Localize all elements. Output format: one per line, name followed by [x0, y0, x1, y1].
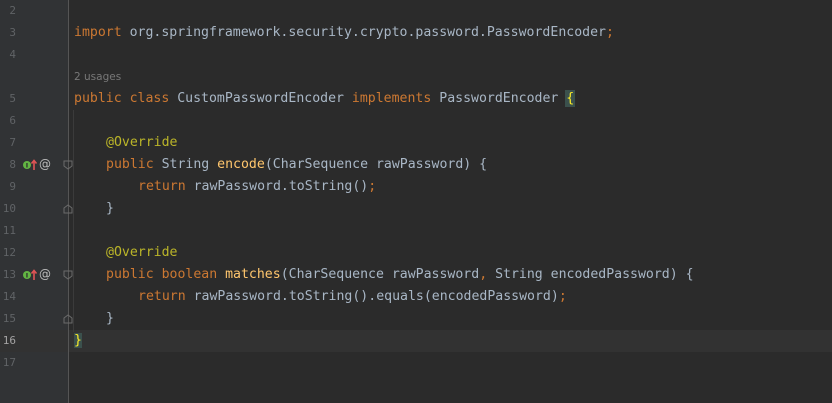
- at-override-icon[interactable]: @: [39, 267, 51, 281]
- line-number-current: 16: [2, 334, 16, 347]
- current-line-highlight: [0, 330, 832, 352]
- fold-collapse-icon[interactable]: [63, 270, 73, 280]
- fold-end-icon[interactable]: [63, 314, 73, 324]
- code-line-closing-brace[interactable]: }: [106, 308, 114, 330]
- method-params: (CharSequence rawPassword) {: [264, 157, 488, 172]
- code-line-class-closing-brace[interactable]: }: [74, 330, 82, 352]
- line-number: 17: [2, 356, 16, 369]
- matched-brace: {: [565, 90, 576, 107]
- code-line-closing-brace[interactable]: }: [106, 198, 114, 220]
- method-params: String encodedPassword) {: [487, 267, 694, 282]
- line-number: 15: [2, 312, 16, 325]
- svg-text:I: I: [26, 272, 28, 280]
- line-number: 11: [2, 224, 16, 237]
- keyword: public boolean: [106, 267, 218, 282]
- annotation: @Override: [106, 135, 178, 150]
- semicolon: ;: [368, 179, 377, 194]
- keyword: return: [138, 179, 186, 194]
- code-line-return[interactable]: return rawPassword.toString().equals(enc…: [138, 286, 567, 308]
- class-name: CustomPasswordEncoder: [169, 91, 352, 106]
- gutter-divider: [68, 0, 69, 403]
- code-line-encode-signature[interactable]: public String encode(CharSequence rawPas…: [106, 154, 487, 176]
- semicolon: ;: [605, 25, 614, 40]
- method-name: matches: [225, 267, 281, 282]
- code-line-class-declaration[interactable]: public class CustomPasswordEncoder imple…: [74, 88, 576, 110]
- line-number: 12: [2, 246, 16, 259]
- keyword: public: [106, 157, 154, 172]
- keyword: import: [74, 25, 122, 40]
- comma: ,: [479, 267, 488, 282]
- interface-name: PasswordEncoder: [431, 91, 567, 106]
- line-number: 13: [2, 268, 16, 281]
- line-number: 14: [2, 290, 16, 303]
- line-number: 5: [9, 92, 16, 105]
- line-number: 2: [9, 4, 16, 17]
- keyword: public class: [74, 91, 170, 106]
- semicolon: ;: [558, 289, 567, 304]
- expression: rawPassword.toString(): [185, 179, 369, 194]
- line-number: 4: [9, 48, 16, 61]
- usages-hint[interactable]: 2 usages: [74, 66, 121, 88]
- code-line-return[interactable]: return rawPassword.toString();: [138, 176, 376, 198]
- method-params: (CharSequence rawPassword: [280, 267, 480, 282]
- method-name: encode: [217, 157, 265, 172]
- svg-text:I: I: [26, 162, 28, 170]
- indent-guide: [73, 110, 74, 332]
- code-line-matches-signature[interactable]: public boolean matches(CharSequence rawP…: [106, 264, 694, 286]
- line-number: 8: [9, 158, 16, 171]
- line-number: 3: [9, 26, 16, 39]
- fold-collapse-icon[interactable]: [63, 160, 73, 170]
- code-line-annotation[interactable]: @Override: [106, 132, 177, 154]
- expression: rawPassword.toString().equals(encodedPas…: [185, 289, 559, 304]
- matched-brace-cursor: }: [74, 333, 82, 348]
- code-line-annotation[interactable]: @Override: [106, 242, 177, 264]
- keyword: implements: [351, 91, 432, 106]
- at-override-icon[interactable]: @: [39, 157, 51, 171]
- line-number: 7: [9, 136, 16, 149]
- annotation: @Override: [106, 245, 178, 260]
- line-number: 6: [9, 114, 16, 127]
- return-type: String: [153, 157, 218, 172]
- fold-end-icon[interactable]: [63, 204, 73, 214]
- keyword: return: [138, 289, 186, 304]
- line-number: 10: [2, 202, 16, 215]
- code-line-import[interactable]: import org.springframework.security.cryp…: [74, 22, 614, 44]
- line-number: 9: [9, 180, 16, 193]
- import-path: org.springframework.security.crypto.pass…: [121, 25, 606, 40]
